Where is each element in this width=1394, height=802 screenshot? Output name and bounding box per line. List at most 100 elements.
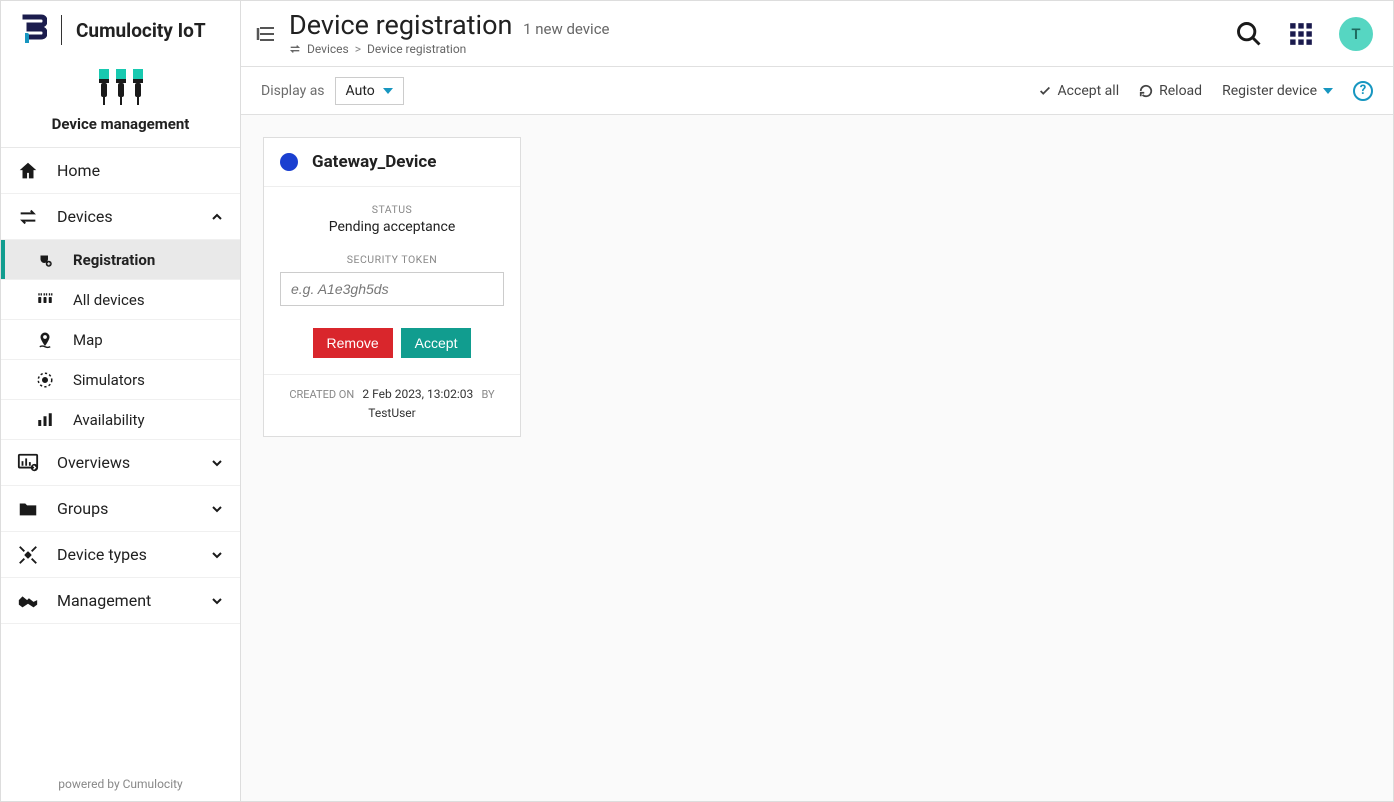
- chevron-down-icon: [210, 502, 224, 516]
- status-value: Pending acceptance: [280, 219, 504, 235]
- sidebar-item-label: Home: [57, 161, 100, 180]
- breadcrumb-root[interactable]: Devices: [307, 42, 349, 56]
- main-content: Device registration 1 new device Devices…: [241, 1, 1393, 801]
- token-label: SECURITY TOKEN: [280, 253, 504, 266]
- device-card-body: STATUS Pending acceptance SECURITY TOKEN…: [264, 187, 520, 375]
- sidebar-item-label: Groups: [57, 499, 108, 518]
- breadcrumb-separator: >: [355, 42, 361, 56]
- sidebar-item-groups[interactable]: Groups: [1, 486, 240, 532]
- token-block: SECURITY TOKEN: [280, 253, 504, 306]
- folder-icon: [17, 498, 39, 520]
- page-title-text: Device registration: [289, 9, 512, 41]
- register-device-button[interactable]: Register device: [1222, 83, 1333, 99]
- swap-icon: [289, 43, 301, 55]
- page-title: Device registration 1 new device: [289, 11, 1235, 41]
- sidebar-item-home[interactable]: Home: [1, 148, 240, 194]
- sidebar-item-registration[interactable]: Registration: [1, 240, 240, 280]
- sidebar-item-label: Simulators: [73, 371, 145, 389]
- chevron-down-icon: [210, 548, 224, 562]
- sidebar-nav: Home Devices Registration: [1, 148, 240, 767]
- accept-button[interactable]: Accept: [401, 328, 472, 358]
- page-subtitle: 1 new device: [523, 20, 609, 38]
- breadcrumb: Devices > Device registration: [289, 42, 1235, 56]
- satellite-icon: [17, 544, 39, 566]
- search-icon[interactable]: [1235, 20, 1263, 48]
- title-block: Device registration 1 new device Devices…: [289, 11, 1235, 57]
- chevron-down-icon: [210, 594, 224, 608]
- sidebar-item-availability[interactable]: Availability: [1, 400, 240, 440]
- module-title: Device management: [52, 115, 190, 133]
- toolbar: Display as Auto Accept all Rel: [241, 67, 1393, 115]
- sidebar-item-label: Map: [73, 331, 103, 349]
- bar-chart-icon: [35, 410, 55, 430]
- caret-down-icon: [383, 88, 393, 94]
- sidebar-item-map[interactable]: Map: [1, 320, 240, 360]
- register-device-label: Register device: [1222, 83, 1317, 99]
- sidebar-item-label: All devices: [73, 291, 145, 309]
- caret-down-icon: [1323, 88, 1333, 94]
- accept-all-button[interactable]: Accept all: [1038, 83, 1120, 99]
- created-on-value: 2 Feb 2023, 13:02:03: [362, 387, 473, 401]
- sidebar-item-overviews[interactable]: Overviews: [1, 440, 240, 486]
- help-icon[interactable]: ?: [1353, 81, 1373, 101]
- display-as-select[interactable]: Auto: [335, 77, 404, 105]
- device-card: Gateway_Device STATUS Pending acceptance…: [263, 137, 521, 437]
- accept-all-label: Accept all: [1058, 83, 1120, 99]
- sidebar-item-label: Overviews: [57, 453, 130, 472]
- sidebar-footer: powered by Cumulocity: [1, 767, 240, 801]
- swap-icon: [17, 206, 39, 228]
- brand-logo-icon: [21, 13, 47, 47]
- sidebar-item-management[interactable]: Management: [1, 578, 240, 624]
- brand-divider: [61, 15, 62, 45]
- content-area: Gateway_Device STATUS Pending acceptance…: [241, 115, 1393, 459]
- reload-label: Reload: [1159, 83, 1202, 99]
- toolbar-right: Accept all Reload Register device ?: [1038, 81, 1373, 101]
- brand: Cumulocity IoT: [1, 1, 240, 59]
- plugs-icon: [35, 290, 55, 310]
- remove-button[interactable]: Remove: [313, 328, 393, 358]
- sidebar-item-label: Devices: [57, 207, 113, 226]
- plug-add-icon: [35, 250, 55, 270]
- device-card-footer: CREATED ON 2 Feb 2023, 13:02:03 BY TestU…: [264, 375, 520, 436]
- header-actions: T: [1235, 17, 1373, 51]
- security-token-input[interactable]: [280, 272, 504, 306]
- created-on-label: CREATED ON: [289, 388, 354, 401]
- sidebar-item-device-types[interactable]: Device types: [1, 532, 240, 578]
- status-label: STATUS: [280, 203, 504, 216]
- map-pin-icon: [35, 330, 55, 350]
- sidebar-item-label: Registration: [73, 251, 155, 269]
- device-management-icon: [95, 67, 147, 109]
- device-name: Gateway_Device: [312, 152, 436, 172]
- user-avatar[interactable]: T: [1339, 17, 1373, 51]
- chevron-down-icon: [210, 456, 224, 470]
- module-header: Device management: [1, 59, 240, 148]
- sidebar-item-label: Management: [57, 591, 151, 610]
- card-actions: Remove Accept: [280, 328, 504, 358]
- status-dot-icon: [280, 153, 298, 171]
- sidebar-item-all-devices[interactable]: All devices: [1, 280, 240, 320]
- display-as-value: Auto: [346, 83, 375, 99]
- check-icon: [1038, 84, 1052, 98]
- sidebar-item-devices[interactable]: Devices: [1, 194, 240, 240]
- by-value: TestUser: [368, 406, 415, 420]
- reload-icon: [1139, 84, 1153, 98]
- home-icon: [17, 160, 39, 182]
- handshake-icon: [17, 590, 39, 612]
- display-as-label: Display as: [261, 83, 325, 99]
- collapse-sidebar-icon[interactable]: [255, 23, 277, 45]
- toolbar-left: Display as Auto: [261, 77, 404, 105]
- simulator-icon: [35, 370, 55, 390]
- breadcrumb-current: Device registration: [367, 42, 466, 56]
- app-switcher-icon[interactable]: [1287, 20, 1315, 48]
- sidebar-item-label: Device types: [57, 545, 147, 564]
- by-label: BY: [481, 388, 494, 401]
- sidebar: Cumulocity IoT Devi: [1, 1, 241, 801]
- device-card-header: Gateway_Device: [264, 138, 520, 187]
- brand-name: Cumulocity IoT: [76, 19, 206, 42]
- sidebar-item-simulators[interactable]: Simulators: [1, 360, 240, 400]
- reload-button[interactable]: Reload: [1139, 83, 1202, 99]
- dashboard-icon: [17, 452, 39, 474]
- sidebar-item-label: Availability: [73, 411, 145, 429]
- chevron-up-icon: [210, 210, 224, 224]
- header: Device registration 1 new device Devices…: [241, 1, 1393, 67]
